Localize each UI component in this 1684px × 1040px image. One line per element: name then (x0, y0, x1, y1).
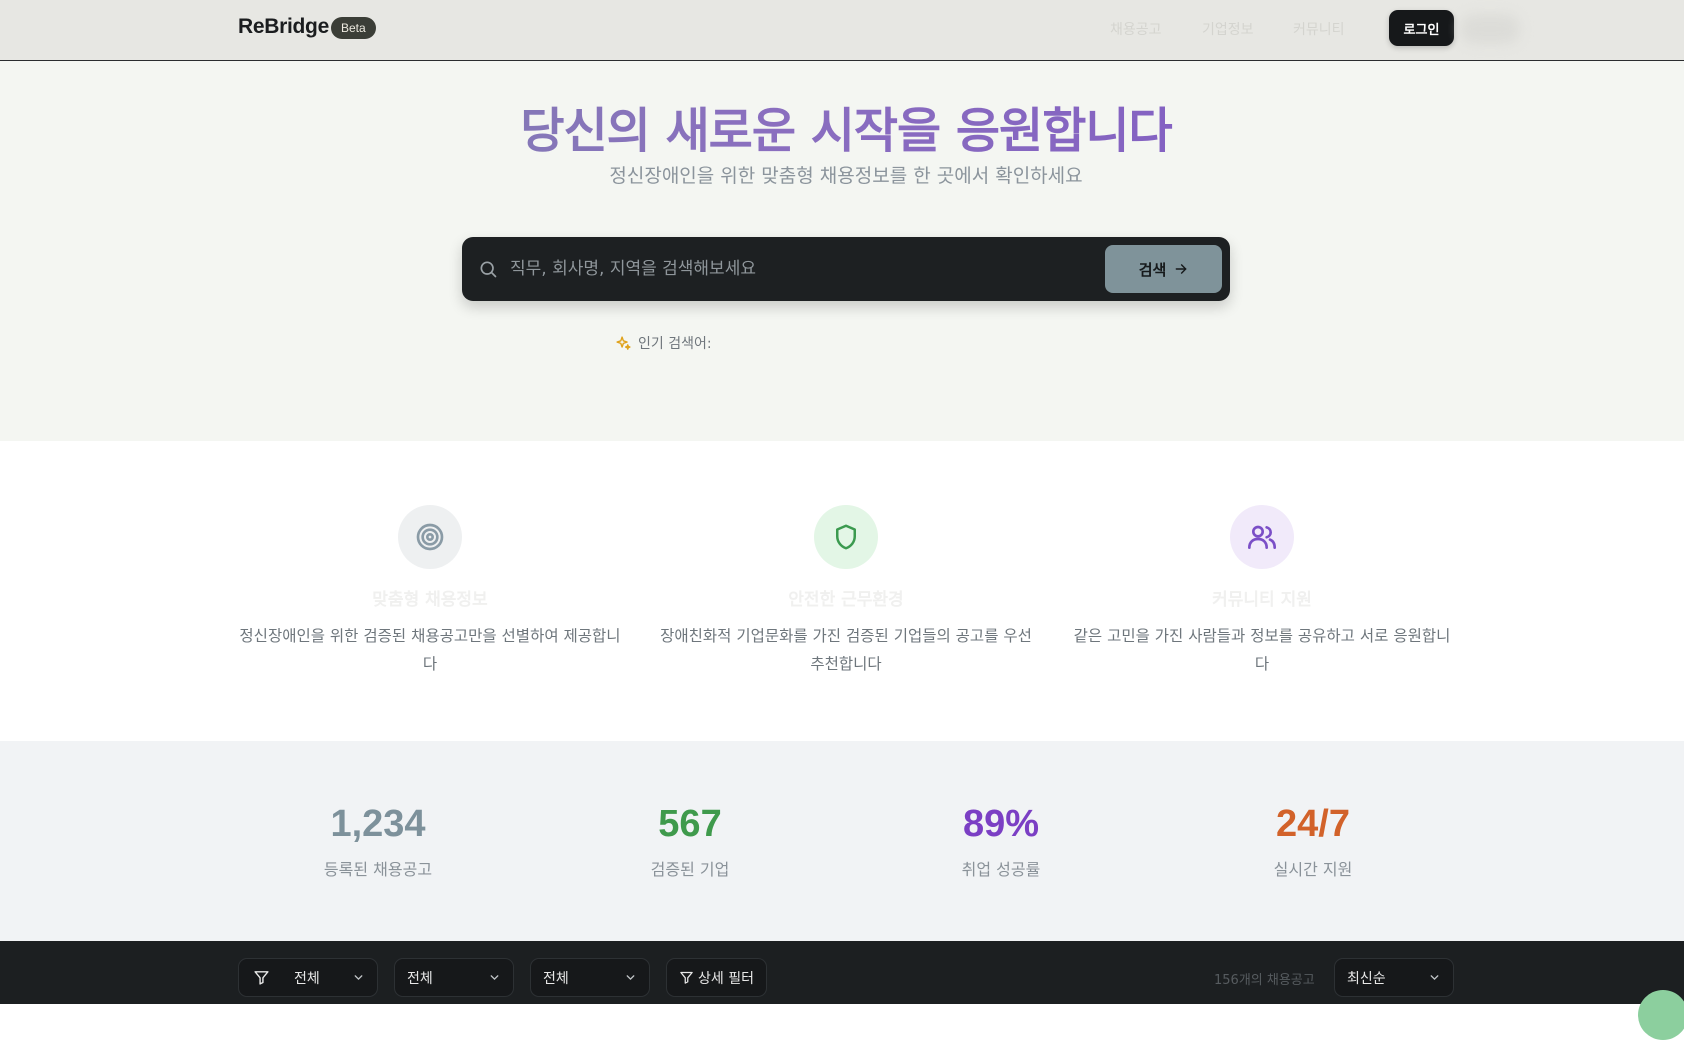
popular-label: 인기 검색어: (638, 336, 712, 352)
region-filter-select[interactable]: 전체 (394, 958, 514, 997)
stat-value: 89% (962, 803, 1040, 845)
feature-card-safe-environment: 안전한 근무환경 장애친화적 기업문화를 가진 검증된 기업들의 공고를 우선 … (651, 505, 1041, 678)
search-button[interactable]: 검색 (1105, 245, 1222, 293)
filter-value: 전체 (543, 970, 569, 987)
stat-label: 실시간 지원 (1273, 860, 1353, 879)
beta-badge: Beta (331, 17, 376, 39)
header-decoration (1460, 14, 1520, 44)
nav-companies[interactable]: 기업정보 (1202, 19, 1254, 39)
filter-icon (254, 971, 269, 985)
arrow-right-icon (1175, 264, 1187, 274)
feature-desc: 장애친화적 기업문화를 가진 검증된 기업들의 공고를 우선 추천합니다 (660, 627, 1032, 673)
stat-support: 24/7 실시간 지원 (1193, 803, 1433, 880)
stat-label: 취업 성공률 (961, 860, 1041, 879)
feature-card-custom-jobs: 맞춤형 채용정보 정신장애인을 위한 검증된 채용공고만을 선별하여 제공합니다 (235, 505, 625, 678)
stat-success-rate: 89% 취업 성공률 (881, 803, 1121, 880)
search-bar: 검색 (462, 237, 1230, 301)
stat-value: 24/7 (1276, 803, 1350, 845)
search-button-label: 검색 (1138, 260, 1167, 279)
search-input[interactable] (510, 249, 1050, 289)
nav-jobs[interactable]: 채용공고 (1110, 19, 1162, 39)
feature-desc: 같은 고민을 가진 사람들과 정보를 공유하고 서로 응원합니다 (1073, 627, 1451, 673)
stat-label: 검증된 기업 (650, 860, 730, 879)
logo[interactable]: ReBridge (238, 15, 329, 39)
sparkles-icon (616, 335, 631, 350)
feature-card-community: 커뮤니티 지원 같은 고민을 가진 사람들과 정보를 공유하고 서로 응원합니다 (1067, 505, 1457, 678)
nav-community[interactable]: 커뮤니티 (1293, 19, 1345, 39)
login-button[interactable]: 로그인 (1389, 10, 1454, 46)
features-section: 맞춤형 채용정보 정신장애인을 위한 검증된 채용공고만을 선별하여 제공합니다… (0, 441, 1684, 741)
chevron-down-icon (626, 975, 635, 981)
users-icon (1230, 505, 1294, 569)
type-filter-select[interactable]: 전체 (530, 958, 650, 997)
hero-subtitle: 정신장애인을 위한 맞춤형 채용정보를 한 곳에서 확인하세요 (609, 165, 1083, 187)
floating-chat-button[interactable] (1638, 990, 1684, 1040)
feature-title: 안전한 근무환경 (788, 590, 904, 610)
target-icon (398, 505, 462, 569)
feature-title: 커뮤니티 지원 (1212, 590, 1312, 610)
filter-bar: 전체 전체 전체 상세 필터 156개의 채용공고 최신순 (0, 941, 1684, 1004)
stat-jobs: 1,234 등록된 채용공고 (258, 803, 498, 880)
filter-value: 전체 (294, 970, 320, 987)
stat-companies: 567 검증된 기업 (570, 803, 810, 880)
detail-filter-label: 상세 필터 (698, 970, 754, 987)
feature-title: 맞춤형 채용정보 (372, 590, 488, 610)
search-icon (480, 261, 497, 278)
popular-searches: 인기 검색어: (615, 333, 712, 353)
hero-section: 당신의 새로운 시작을 응원합니다 정신장애인을 위한 맞춤형 채용정보를 한 … (0, 61, 1684, 441)
hero-title: 당신의 새로운 시작을 응원합니다 (0, 91, 1684, 161)
stat-value: 567 (658, 803, 722, 845)
feature-desc: 정신장애인을 위한 검증된 채용공고만을 선별하여 제공합니다 (239, 627, 621, 673)
filter-icon (680, 971, 693, 984)
chevron-down-icon (1430, 975, 1439, 981)
top-header: ReBridge Beta 채용공고 기업정보 커뮤니티 로그인 (0, 0, 1684, 61)
shield-icon (814, 505, 878, 569)
stat-value: 1,234 (330, 803, 426, 845)
filter-value: 전체 (407, 970, 433, 987)
sort-select[interactable]: 최신순 (1334, 958, 1454, 997)
stats-section: 1,234 등록된 채용공고 567 검증된 기업 89% 취업 성공률 24/… (0, 741, 1684, 941)
sort-value: 최신순 (1347, 970, 1386, 987)
detail-filter-button[interactable]: 상세 필터 (666, 958, 767, 997)
stat-label: 등록된 채용공고 (323, 860, 433, 879)
chevron-down-icon (490, 975, 499, 981)
job-count: 156개의 채용공고 (1214, 973, 1315, 988)
chevron-down-icon (354, 975, 363, 981)
category-filter-select[interactable]: 전체 (238, 958, 378, 997)
